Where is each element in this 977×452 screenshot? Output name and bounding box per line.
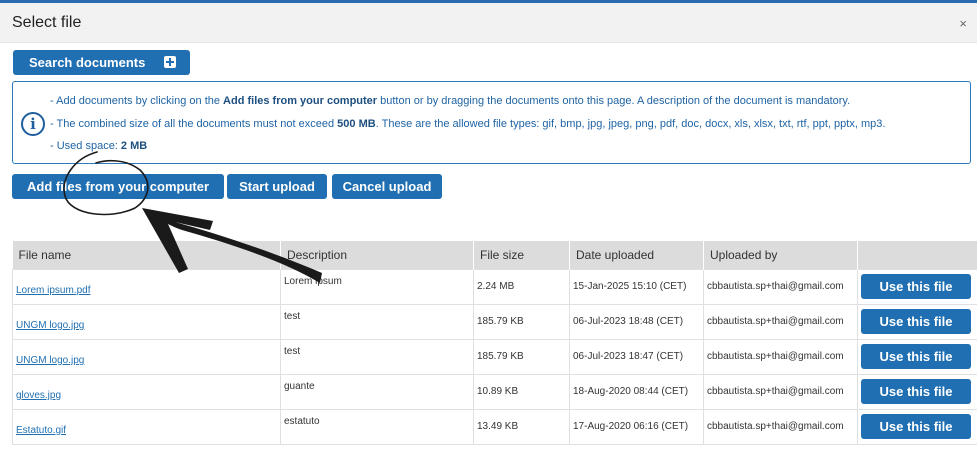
date-uploaded-cell: 06-Jul-2023 18:47 (CET) (569, 338, 704, 375)
date-uploaded-cell: 06-Jul-2023 18:48 (CET) (569, 303, 704, 340)
file-name-cell: gloves.jpg (12, 373, 281, 410)
file-size-cell: 185.79 KB (473, 303, 570, 340)
search-documents-label: Search documents (29, 55, 146, 70)
col-header-date-uploaded[interactable]: Date uploaded (569, 241, 704, 269)
col-header-file-name[interactable]: File name (12, 241, 281, 269)
dialog-header: Select file × (0, 3, 977, 43)
info-line-add: - Add documents by clicking on the Add f… (50, 95, 851, 107)
use-this-file-button[interactable]: Use this file (861, 379, 971, 404)
cancel-upload-button[interactable]: Cancel upload (332, 174, 442, 199)
add-files-button[interactable]: Add files from your computer (12, 174, 224, 199)
file-name-cell: UNGM logo.jpg (12, 303, 281, 340)
action-cell: Use this file (857, 268, 977, 305)
file-size-cell: 185.79 KB (473, 338, 570, 375)
file-name-link[interactable]: Estatuto.gif (16, 425, 66, 436)
use-this-file-button[interactable]: Use this file (861, 274, 971, 299)
col-header-uploaded-by[interactable]: Uploaded by (703, 241, 858, 269)
action-cell: Use this file (857, 373, 977, 410)
file-name-link[interactable]: UNGM logo.jpg (16, 355, 84, 366)
description-cell: guante (280, 373, 474, 410)
uploaded-by-cell: cbbautista.sp+thai@gmail.com (703, 268, 858, 305)
uploaded-by-cell: cbbautista.sp+thai@gmail.com (703, 373, 858, 410)
file-name-link[interactable]: gloves.jpg (16, 390, 61, 401)
table-row: Estatuto.gif estatuto 13.49 KB 17-Aug-2020 … (12, 408, 977, 445)
dialog-title: Select file (12, 14, 82, 31)
close-icon[interactable]: × (959, 16, 967, 31)
start-upload-button[interactable]: Start upload (227, 174, 327, 199)
file-name-link[interactable]: Lorem ipsum.pdf (16, 285, 90, 296)
date-uploaded-cell: 15-Jan-2025 15:10 (CET) (569, 268, 704, 305)
use-this-file-button[interactable]: Use this file (861, 344, 971, 369)
description-cell: test (280, 338, 474, 375)
use-this-file-button[interactable]: Use this file (861, 414, 971, 439)
uploaded-by-cell: cbbautista.sp+thai@gmail.com (703, 408, 858, 445)
uploaded-by-cell: cbbautista.sp+thai@gmail.com (703, 338, 858, 375)
file-size-cell: 10.89 KB (473, 373, 570, 410)
col-header-action (857, 241, 977, 269)
action-cell: Use this file (857, 303, 977, 340)
description-cell: Lorem ipsum (280, 268, 474, 305)
action-cell: Use this file (857, 408, 977, 445)
file-size-cell: 13.49 KB (473, 408, 570, 445)
files-table: File name Description File size Date upl… (12, 241, 977, 445)
info-line-used-space: - Used space: 2 MB (50, 140, 148, 152)
file-name-cell: Lorem ipsum.pdf (12, 268, 281, 305)
uploaded-by-cell: cbbautista.sp+thai@gmail.com (703, 303, 858, 340)
col-header-file-size[interactable]: File size (473, 241, 570, 269)
info-icon: i (21, 112, 45, 136)
search-documents-button[interactable]: Search documents (13, 50, 190, 75)
plus-square-icon (164, 56, 176, 68)
col-header-description[interactable]: Description (280, 241, 474, 269)
file-name-cell: Estatuto.gif (12, 408, 281, 445)
file-name-link[interactable]: UNGM logo.jpg (16, 320, 84, 331)
use-this-file-button[interactable]: Use this file (861, 309, 971, 334)
file-name-cell: UNGM logo.jpg (12, 338, 281, 375)
table-row: UNGM logo.jpg test 185.79 KB 06-Jul-2023 18… (12, 338, 977, 375)
action-cell: Use this file (857, 338, 977, 375)
description-cell: estatuto (280, 408, 474, 445)
file-size-cell: 2.24 MB (473, 268, 570, 305)
table-row: gloves.jpg guante 10.89 KB 18-Aug-2020 08:4… (12, 373, 977, 410)
info-line-size: - The combined size of all the documents… (50, 118, 886, 130)
date-uploaded-cell: 18-Aug-2020 08:44 (CET) (569, 373, 704, 410)
table-row: UNGM logo.jpg test 185.79 KB 06-Jul-2023 18… (12, 303, 977, 340)
table-row: Lorem ipsum.pdf Lorem ipsum 2.24 MB 15-Jan-… (12, 268, 977, 305)
info-panel: i - Add documents by clicking on the Add… (12, 81, 971, 164)
description-cell: test (280, 303, 474, 340)
date-uploaded-cell: 17-Aug-2020 06:16 (CET) (569, 408, 704, 445)
table-header-row: File name Description File size Date upl… (12, 241, 977, 269)
